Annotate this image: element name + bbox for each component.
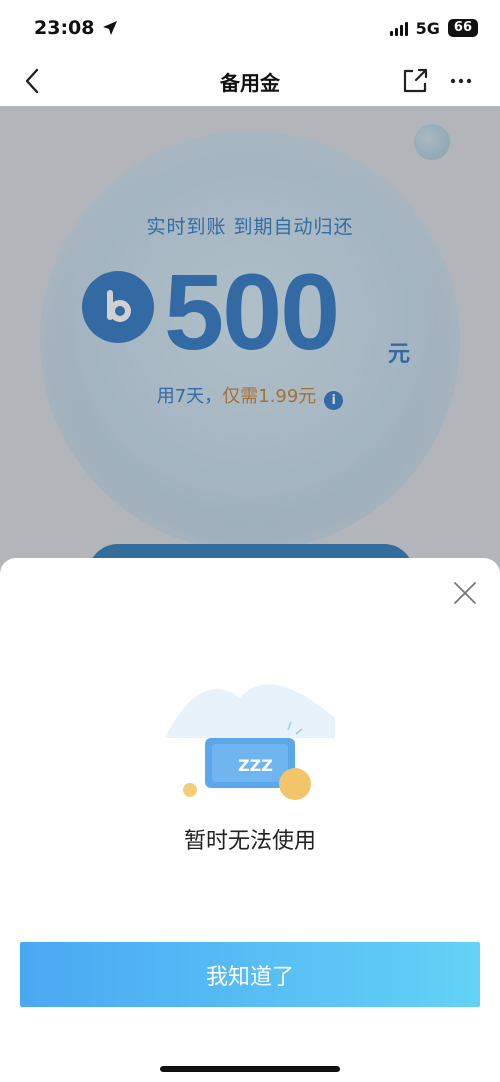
home-indicator[interactable] xyxy=(160,1066,340,1072)
status-bar: 23:08 5G 66 xyxy=(0,0,500,56)
more-icon[interactable] xyxy=(446,66,476,96)
close-icon[interactable] xyxy=(452,580,478,606)
battery-icon: 66 xyxy=(447,19,478,37)
confirm-button[interactable]: 我知道了 xyxy=(20,942,480,1007)
network-type: 5G xyxy=(415,18,440,38)
bottom-sheet: ZZZ 暂时无法使用 我知道了 xyxy=(0,558,500,1082)
sleeping-phone-illustration: ZZZ xyxy=(165,684,335,800)
page-title: 备用金 xyxy=(220,70,280,95)
nav-bar: 备用金 xyxy=(0,56,500,106)
location-arrow-icon xyxy=(103,21,118,35)
dim-overlay[interactable] xyxy=(0,106,500,582)
share-icon[interactable] xyxy=(400,66,430,96)
status-left: 23:08 xyxy=(34,17,118,39)
hero-section: 实时到账 到期自动归还 500 元 用7天，仅需1.99元 i xyxy=(0,106,500,582)
status-right: 5G 66 xyxy=(389,18,478,38)
back-icon[interactable] xyxy=(18,66,48,96)
status-time: 23:08 xyxy=(34,17,95,39)
zzz-text: ZZZ xyxy=(238,756,273,775)
unavailable-message: 暂时无法使用 xyxy=(183,829,316,854)
cellular-signal-icon xyxy=(389,20,408,36)
